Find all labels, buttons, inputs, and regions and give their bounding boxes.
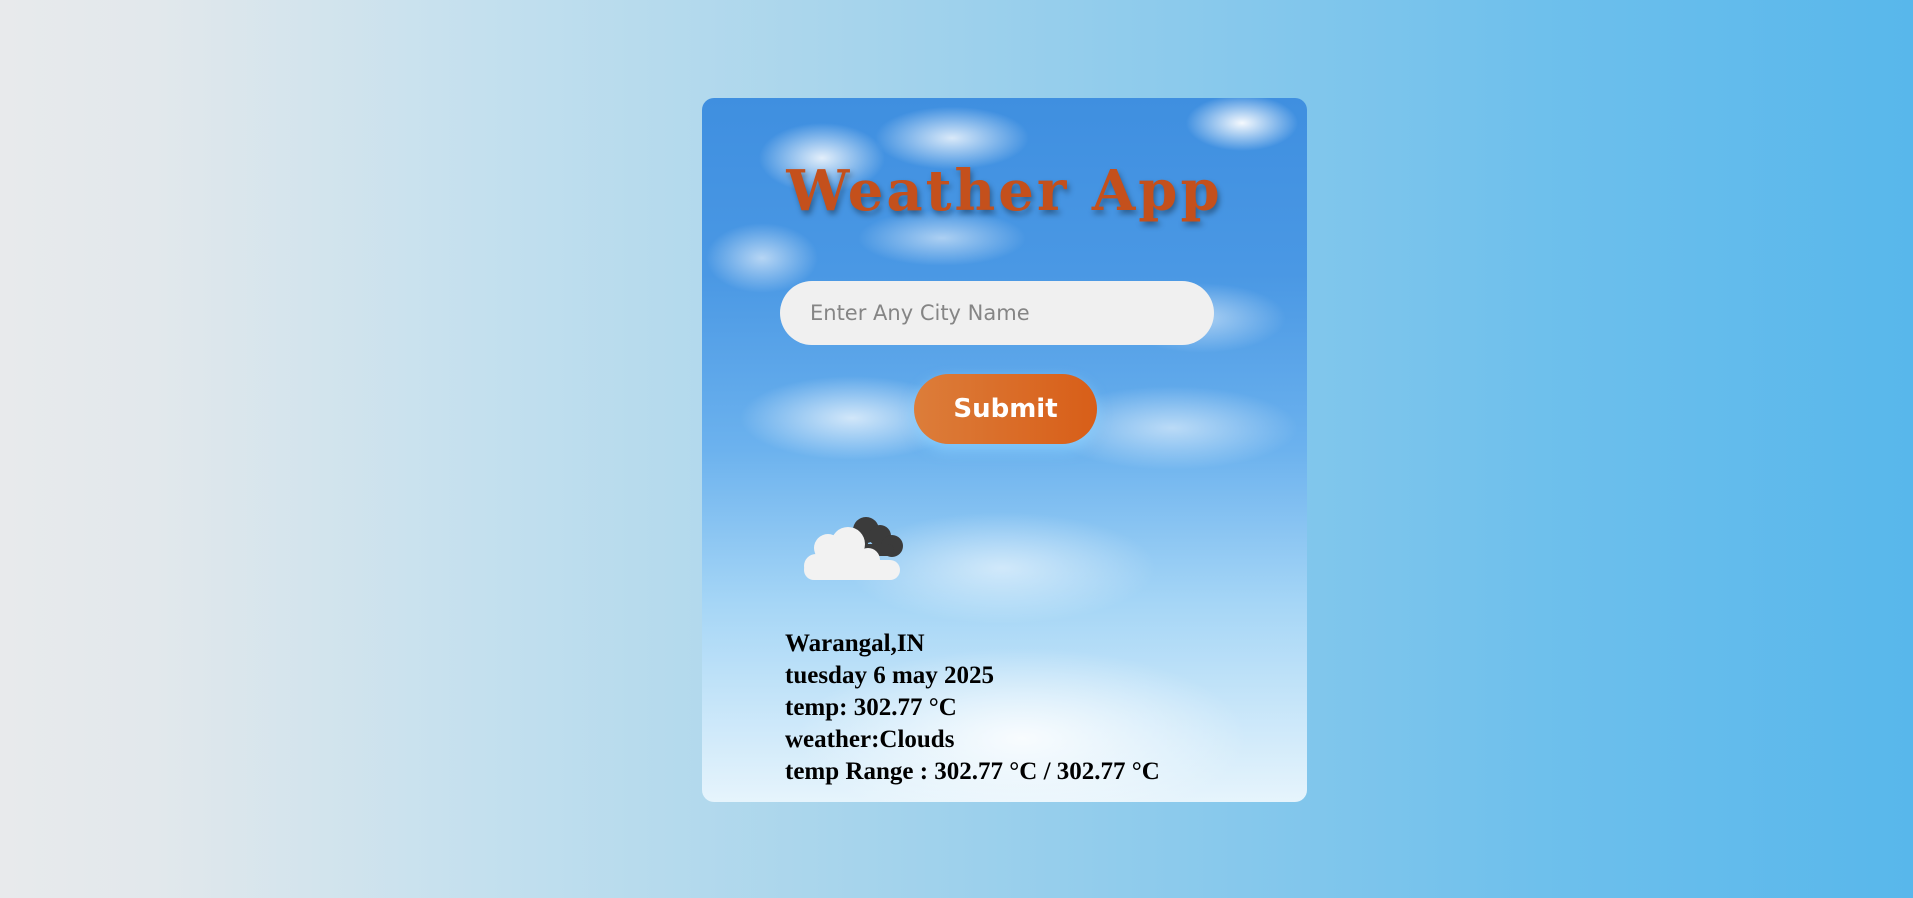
weather-card: Weather App Submit Warangal,IN tuesday 6… [702,98,1307,802]
city-search-input[interactable] [780,281,1214,345]
temperature-text: temp: 302.77 °C [785,694,957,721]
weather-condition-text: weather:Clouds [785,726,955,753]
date-text: tuesday 6 may 2025 [785,662,995,689]
submit-button[interactable]: Submit [914,374,1097,444]
weather-info: Warangal,IN tuesday 6 may 2025 temp: 302… [785,628,1160,788]
app-title: Weather App [786,158,1223,224]
location-text: Warangal,IN [785,630,925,657]
temp-range-text: temp Range : 302.77 °C / 302.77 °C [785,758,1160,785]
clouds-icon [804,517,903,580]
